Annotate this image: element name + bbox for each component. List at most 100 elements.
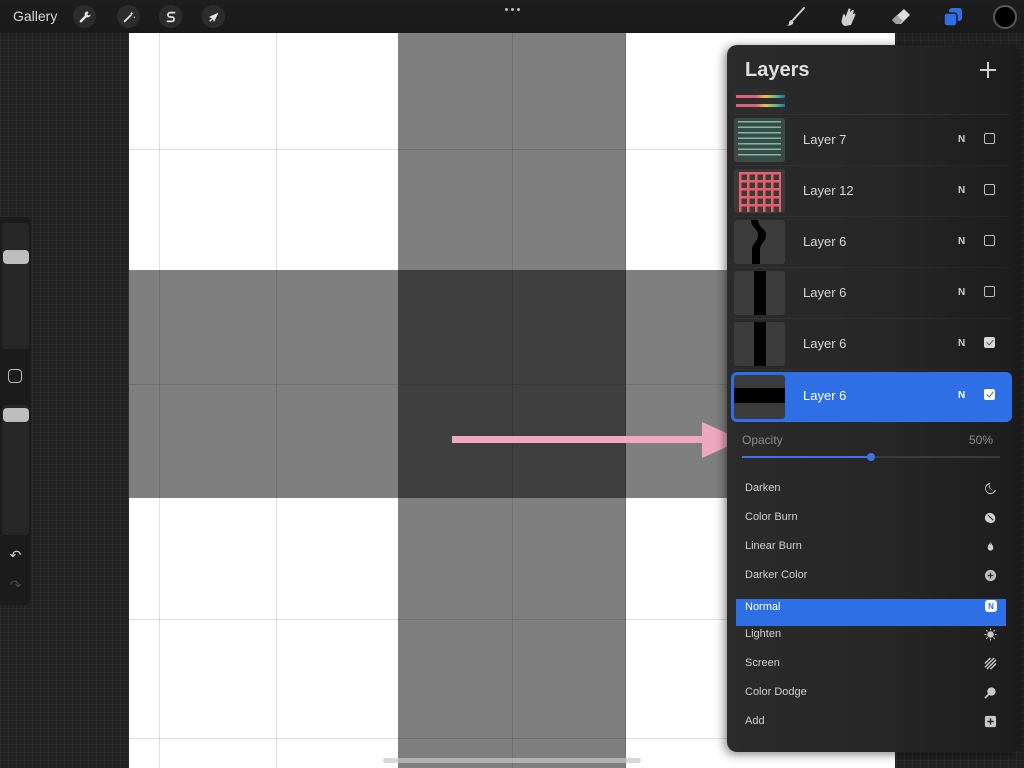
blend-mode-screen[interactable]: Screen [736,649,1006,678]
ellipsis-icon[interactable] [502,2,522,16]
grid-line [625,33,626,768]
layers-tool-button[interactable] [940,4,966,30]
layer-blend-mode-button[interactable]: N [958,338,965,349]
eraser-icon [892,9,910,24]
blend-mode-label: Lighten [745,628,782,640]
brush-size-slider[interactable] [2,223,29,349]
layer-thumbnail [734,271,785,315]
sun-icon [983,627,997,641]
gallery-button[interactable]: Gallery [13,8,57,24]
layer-name: Layer 6 [803,234,847,249]
layer-thumbnail [734,169,785,213]
adjustments-button[interactable] [117,5,140,28]
blend-mode-label: Normal [745,601,781,613]
blend-mode-label: Darken [745,482,781,494]
eraser-tool-button[interactable] [888,4,914,30]
blend-mode-lighten[interactable]: Lighten [736,620,1006,649]
layer-name: Layer 6 [803,285,847,300]
smudge-finger-icon [841,8,856,26]
layer-row[interactable] [731,89,1012,115]
layer-visibility-checkbox[interactable] [984,286,995,297]
layer-row[interactable]: Layer 6 N [731,218,1012,268]
opacity-slider-handle[interactable] [867,453,875,461]
moon-icon [983,481,997,495]
blend-mode-label: Linear Burn [745,540,802,552]
layer-thumbnail [734,118,785,162]
left-sidebar: ↶ ↷ [0,217,31,605]
flame-icon [983,539,997,553]
blend-mode-add[interactable]: Add [736,707,1006,736]
layer-visibility-checkbox[interactable] [984,337,995,348]
blend-mode-darker-color[interactable]: Darker Color [736,561,1006,590]
layer-thumbnail [734,220,785,264]
home-indicator[interactable] [383,758,641,763]
brush-opacity-slider[interactable] [2,405,29,535]
grid-line [276,33,277,768]
arrow-shaft [452,436,707,443]
plus-icon[interactable] [978,60,998,80]
opacity-value: 50% [969,433,994,447]
layer-blend-mode-button[interactable]: N [958,390,965,401]
layer-blend-mode-button[interactable]: N [958,236,965,247]
blend-mode-color-burn[interactable]: Color Burn [736,503,1006,532]
plus-circle-icon [983,568,997,582]
panel-title: Layers [745,59,810,81]
paint-tool-button[interactable] [783,4,809,30]
layer-visibility-checkbox[interactable] [984,133,995,144]
layer-thumbnail [734,375,785,419]
layer-blend-mode-button[interactable]: N [958,287,965,298]
layer-row[interactable]: Layer 7 N [731,116,1012,166]
layers-panel: Layers Layer 7 N Layer 12 N Layer 6 N La… [727,45,1020,752]
layer-visibility-checkbox[interactable] [984,235,995,246]
undo-arrow-icon[interactable]: ↶ [7,548,24,562]
layer-name: Layer 12 [803,183,854,198]
layer-row[interactable]: Layer 6 N [731,269,1012,319]
selection-button[interactable] [159,5,182,28]
layer-row[interactable]: Layer 6 N [731,320,1012,370]
brush-size-handle[interactable] [3,250,29,264]
blend-mode-label: Screen [745,657,780,669]
opacity-label: Opacity [742,433,783,447]
grid-line [512,33,513,768]
magnifier-icon [983,685,997,699]
arrow-cursor-icon [208,12,218,22]
layer-blend-mode-button[interactable]: N [958,134,965,145]
blend-mode-linear-burn[interactable]: Linear Burn [736,532,1006,561]
blend-mode-darken[interactable]: Darken [736,474,1006,503]
grid-line [159,33,160,768]
layer-thumbnail [734,89,785,113]
opacity-slider[interactable] [742,453,1000,461]
square-modify-icon[interactable] [8,369,22,383]
layer-visibility-checkbox[interactable] [984,184,995,195]
selection-s-icon [166,11,175,22]
layer-row[interactable]: Layer 12 N [731,167,1012,217]
wrench-icon [79,10,91,22]
n-badge-text: N [988,601,994,611]
burn-leaf-icon [983,510,997,524]
color-picker-button[interactable] [993,5,1017,29]
plus-square-icon [983,714,997,728]
transform-button[interactable] [202,5,225,28]
smudge-tool-button[interactable] [835,4,861,30]
layer-thumbnail [734,322,785,366]
redo-arrow-icon[interactable]: ↷ [7,578,24,592]
layer-name: Layer 6 [803,388,847,403]
layer-blend-mode-button[interactable]: N [958,185,965,196]
blend-mode-label: Color Burn [745,511,798,523]
brush-icon [787,7,805,26]
blend-mode-label: Darker Color [745,569,808,581]
layer-name: Layer 6 [803,336,847,351]
opacity-slider-fill [742,456,871,458]
brush-opacity-handle[interactable] [3,408,29,422]
blend-mode-color-dodge[interactable]: Color Dodge [736,678,1006,707]
layer-name: Layer 7 [803,132,847,147]
blend-mode-label: Add [745,715,765,727]
n-badge-icon: N [985,600,997,612]
layers-icon [943,8,962,27]
top-toolbar: Gallery [0,0,1024,33]
layer-visibility-checkbox[interactable] [984,389,995,400]
diagonal-stripes-icon [983,656,997,670]
actions-button[interactable] [73,5,96,28]
layer-row-selected[interactable]: Layer 6 N [731,372,1012,422]
magic-wand-icon [123,11,135,22]
